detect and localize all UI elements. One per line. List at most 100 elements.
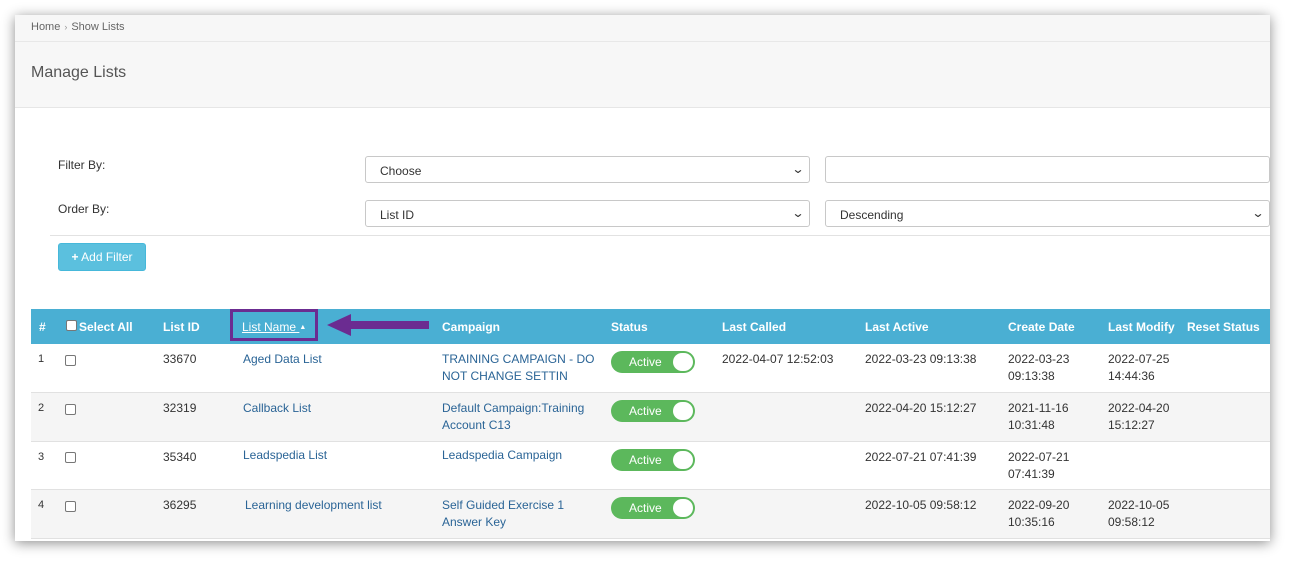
campaign-line: Self Guided Exercise 1: [442, 498, 565, 512]
filter-by-select-value: Choose: [380, 164, 422, 178]
row-list-name-link[interactable]: Aged Data List: [243, 351, 322, 368]
row-list-name-link[interactable]: Learning development list: [245, 497, 382, 514]
order-by-select-value: List ID: [380, 208, 415, 222]
row-last-active: 2022-03-23 09:13:38: [865, 352, 977, 366]
row-last-called: 2022-04-07 12:52:03: [722, 352, 834, 366]
row-campaign-link[interactable]: Default Campaign:Training Account C13: [442, 400, 584, 434]
col-header-last-modify[interactable]: Last Modify: [1108, 320, 1175, 334]
row-create-date: 2022-09-20 10:35:16: [1008, 497, 1069, 531]
date-line: 2022-10-05: [1108, 498, 1170, 512]
row-create-date: 2022-07-21 07:41:39: [1008, 449, 1069, 483]
row-checkbox[interactable]: [65, 404, 76, 415]
order-by-label: Order By:: [58, 202, 110, 216]
chevron-down-icon: ⌄: [791, 162, 805, 176]
plus-icon: +: [71, 250, 79, 264]
table-row: 2 32319 Callback List Default Campaign:T…: [31, 393, 1270, 442]
campaign-line: Default Campaign:Training: [442, 401, 585, 415]
col-header-create-date[interactable]: Create Date: [1008, 320, 1075, 334]
filter-divider: [50, 235, 1270, 236]
col-header-campaign[interactable]: Campaign: [442, 320, 500, 334]
campaign-line: NOT CHANGE SETTIN: [442, 369, 568, 383]
breadcrumb-separator-icon: ›: [64, 22, 68, 32]
time-line: 09:58:12: [1108, 515, 1155, 529]
row-list-name-link[interactable]: Leadspedia List: [243, 447, 327, 464]
time-line: 10:31:48: [1008, 418, 1055, 432]
breadcrumb-home[interactable]: Home: [31, 21, 60, 33]
row-last-active: 2022-07-21 07:41:39: [865, 450, 977, 464]
date-line: 2021-11-16: [1008, 401, 1069, 415]
date-line: 2022-07-25: [1108, 352, 1170, 366]
table-row: 3 35340 Leadspedia List Leadspedia Campa…: [31, 442, 1270, 490]
date-line: 2022-04-20: [1108, 401, 1170, 415]
table-header: # Select All List ID List Name ▲ Campaig…: [31, 309, 1270, 344]
status-toggle-label: Active: [629, 355, 662, 369]
campaign-line: Account C13: [442, 418, 511, 432]
status-toggle[interactable]: Active: [611, 351, 695, 373]
campaign-line: Leadspedia Campaign: [442, 448, 563, 462]
chevron-down-icon: ⌄: [1251, 206, 1265, 220]
time-line: 07:41:39: [1008, 467, 1055, 481]
row-last-modify: 2022-07-25 14:44:36: [1108, 351, 1169, 385]
row-number: 3: [38, 451, 45, 463]
col-header-num: #: [39, 320, 46, 334]
add-filter-button[interactable]: + Add Filter: [58, 243, 146, 271]
row-checkbox[interactable]: [65, 355, 76, 366]
col-header-last-active[interactable]: Last Active: [865, 320, 929, 334]
toggle-knob-icon: [673, 402, 693, 420]
date-line: 2022-03-23: [1008, 352, 1070, 366]
app-window: Home › Show Lists Manage Lists Filter By: …: [15, 15, 1270, 541]
row-list-id: 35340: [163, 450, 197, 464]
col-header-list-id[interactable]: List ID: [163, 320, 200, 334]
status-toggle[interactable]: Active: [611, 449, 695, 471]
filter-by-select[interactable]: Choose ⌄: [365, 156, 810, 183]
row-number: 1: [38, 353, 45, 365]
table-row: 4 36295 Learning development list Self G…: [31, 490, 1270, 539]
col-header-status[interactable]: Status: [611, 320, 648, 334]
date-line: 2022-07-21: [1008, 450, 1070, 464]
row-list-id: 32319: [163, 401, 197, 415]
status-toggle[interactable]: Active: [611, 400, 695, 422]
add-filter-label: Add Filter: [81, 250, 133, 264]
order-direction-select[interactable]: Descending ⌄: [825, 200, 1270, 227]
row-checkbox[interactable]: [65, 501, 76, 512]
col-header-select-all[interactable]: Select All: [79, 320, 133, 334]
time-line: 10:35:16: [1008, 515, 1055, 529]
row-last-modify: 2022-04-20 15:12:27: [1108, 400, 1169, 434]
row-list-id: 33670: [163, 352, 197, 366]
row-checkbox[interactable]: [65, 452, 76, 463]
row-campaign-link[interactable]: Self Guided Exercise 1 Answer Key: [442, 497, 564, 531]
breadcrumb-divider: [15, 41, 1270, 42]
row-campaign-link[interactable]: TRAINING CAMPAIGN - DO NOT CHANGE SETTIN: [442, 351, 594, 385]
status-toggle-label: Active: [629, 404, 662, 418]
status-toggle[interactable]: Active: [611, 497, 695, 519]
row-number: 4: [38, 499, 45, 511]
col-header-reset-status[interactable]: Reset Status: [1187, 320, 1260, 334]
row-number: 2: [38, 402, 45, 414]
time-line: 14:44:36: [1108, 369, 1155, 383]
order-direction-select-value: Descending: [840, 208, 904, 222]
order-by-select[interactable]: List ID ⌄: [365, 200, 810, 227]
row-list-name-link[interactable]: Callback List: [243, 400, 311, 417]
row-create-date: 2022-03-23 09:13:38: [1008, 351, 1069, 385]
time-line: 15:12:27: [1108, 418, 1155, 432]
row-last-active: 2022-04-20 15:12:27: [865, 401, 977, 415]
breadcrumb-current: Show Lists: [71, 21, 125, 33]
page-title: Manage Lists: [31, 64, 127, 81]
filter-by-label: Filter By:: [58, 158, 106, 172]
status-toggle-label: Active: [629, 501, 662, 515]
date-line: 2022-09-20: [1008, 498, 1070, 512]
row-last-modify: 2022-10-05 09:58:12: [1108, 497, 1169, 531]
col-header-last-called[interactable]: Last Called: [722, 320, 786, 334]
select-all-checkbox[interactable]: [66, 320, 77, 331]
toggle-knob-icon: [673, 451, 693, 469]
filter-value-input[interactable]: [825, 156, 1270, 183]
campaign-line: TRAINING CAMPAIGN - DO: [442, 352, 595, 366]
toggle-knob-icon: [673, 499, 693, 517]
row-list-id: 36295: [163, 498, 197, 512]
row-campaign-link[interactable]: Leadspedia Campaign: [442, 447, 562, 464]
breadcrumb: Home › Show Lists: [31, 21, 125, 33]
toggle-knob-icon: [673, 353, 693, 371]
time-line: 09:13:38: [1008, 369, 1055, 383]
row-create-date: 2021-11-16 10:31:48: [1008, 400, 1069, 434]
campaign-line: Answer Key: [442, 515, 507, 529]
